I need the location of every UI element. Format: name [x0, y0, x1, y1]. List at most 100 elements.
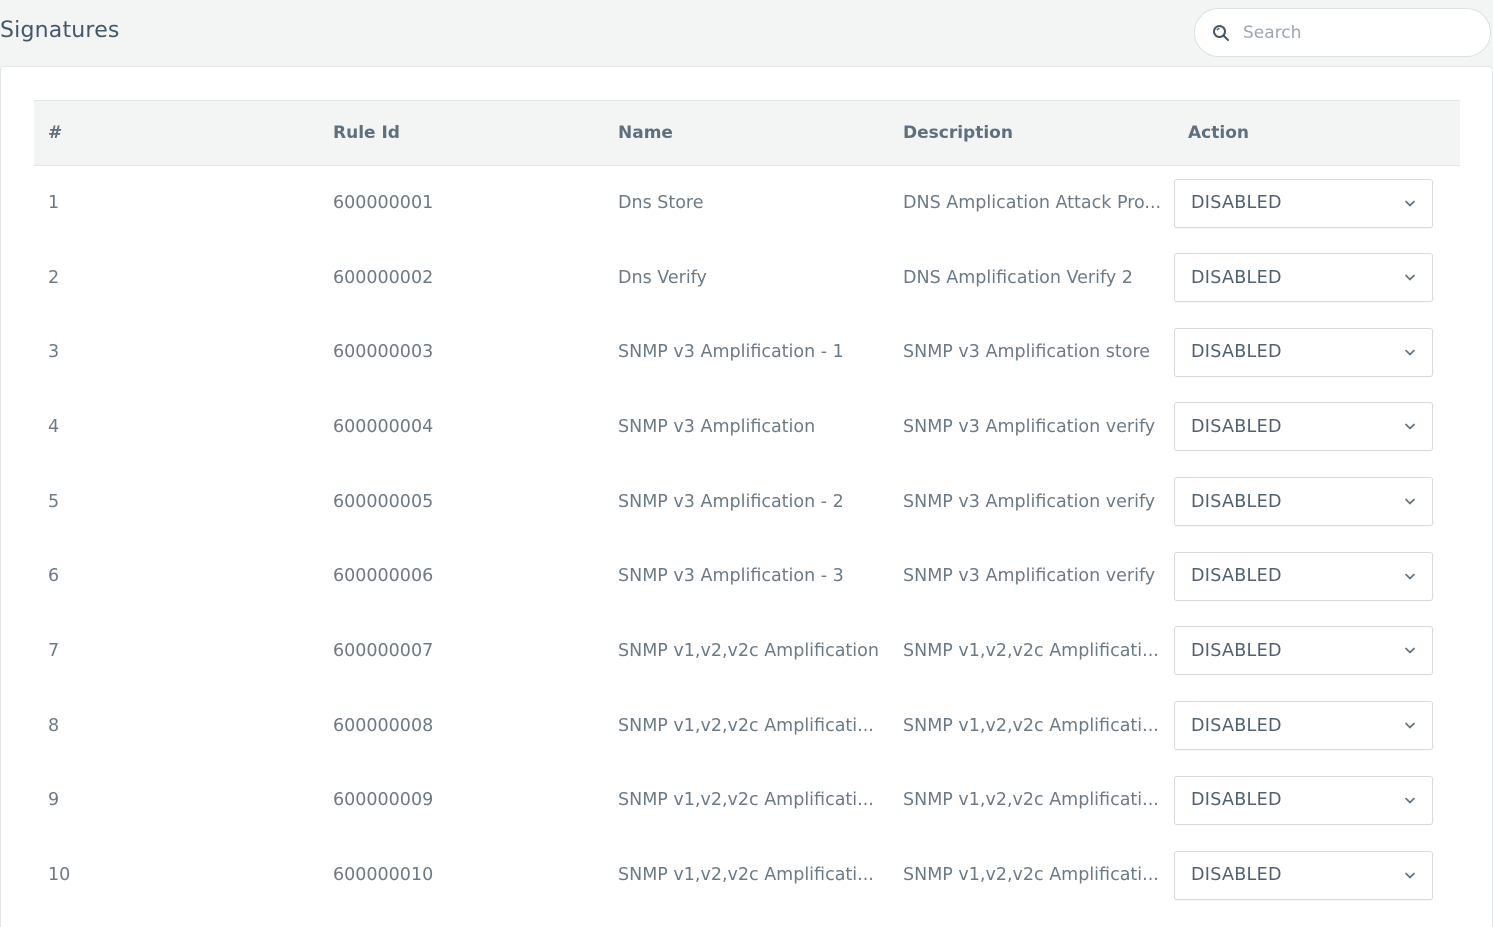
action-dropdown-value: DISABLED	[1191, 342, 1282, 363]
chevron-down-icon	[1404, 570, 1416, 582]
row-action-cell: DISABLED	[1174, 315, 1460, 390]
row-name: SNMP v1,v2,v2c Amplification	[618, 640, 879, 661]
chevron-down-icon	[1404, 272, 1416, 284]
action-dropdown-value: DISABLED	[1191, 865, 1282, 886]
chevron-down-icon	[1404, 197, 1416, 209]
table-row: 6 600000006 SNMP v3 Amplification - 3 SN…	[34, 539, 1460, 614]
action-dropdown[interactable]: DISABLED	[1174, 477, 1433, 527]
row-action-cell: DISABLED	[1174, 763, 1460, 838]
row-description: SNMP v3 Amplification store	[903, 342, 1151, 363]
row-action-cell: DISABLED	[1174, 390, 1460, 465]
row-number: 3	[48, 342, 60, 363]
search-box[interactable]	[1194, 8, 1491, 57]
column-header-number[interactable]: #	[34, 101, 319, 166]
table-row: 7 600000007 SNMP v1,v2,v2c Amplification…	[34, 614, 1460, 689]
signatures-table: # Rule Id Name Description Action 1 6000…	[34, 100, 1460, 912]
row-description: SNMP v1,v2,v2c Amplificati...	[903, 790, 1159, 811]
row-name: SNMP v3 Amplification	[618, 416, 816, 437]
row-name: SNMP v3 Amplification - 1	[618, 342, 844, 363]
chevron-down-icon	[1404, 346, 1416, 358]
row-number: 10	[48, 865, 71, 886]
action-dropdown-value: DISABLED	[1191, 267, 1282, 288]
column-header-rule-id[interactable]: Rule Id	[319, 101, 604, 166]
table-row: 2 600000002 Dns Verify DNS Amplification…	[34, 240, 1460, 315]
action-dropdown[interactable]: DISABLED	[1174, 178, 1433, 228]
table-row: 5 600000005 SNMP v3 Amplification - 2 SN…	[34, 464, 1460, 539]
row-number: 1	[48, 193, 60, 214]
row-action-cell: DISABLED	[1174, 838, 1460, 913]
row-description: DNS Amplification Verify 2	[903, 267, 1133, 288]
chevron-down-icon	[1404, 645, 1416, 657]
chevron-down-icon	[1404, 720, 1416, 732]
action-dropdown-value: DISABLED	[1191, 491, 1282, 512]
row-rule-id: 600000007	[333, 640, 434, 661]
chevron-down-icon	[1404, 794, 1416, 806]
search-icon	[1211, 23, 1231, 43]
action-dropdown[interactable]: DISABLED	[1174, 850, 1433, 900]
table-row: 1 600000001 Dns Store DNS Amplication At…	[34, 166, 1460, 241]
row-rule-id: 600000006	[333, 566, 434, 587]
action-dropdown-value: DISABLED	[1191, 790, 1282, 811]
table-row: 8 600000008 SNMP v1,v2,v2c Amplificati..…	[34, 688, 1460, 763]
row-description: SNMP v1,v2,v2c Amplificati...	[903, 640, 1159, 661]
chevron-down-icon	[1404, 496, 1416, 508]
row-name: SNMP v1,v2,v2c Amplificati...	[618, 865, 874, 886]
row-number: 7	[48, 640, 60, 661]
signatures-page: Signatures # Rule Id Name Description Ac…	[0, 0, 1493, 927]
action-dropdown[interactable]: DISABLED	[1174, 701, 1433, 751]
table-row: 4 600000004 SNMP v3 Amplification SNMP v…	[34, 390, 1460, 465]
search-input[interactable]	[1243, 22, 1473, 43]
row-number: 5	[48, 491, 60, 512]
action-dropdown-value: DISABLED	[1191, 193, 1282, 214]
row-rule-id: 600000003	[333, 342, 434, 363]
chevron-down-icon	[1404, 869, 1416, 881]
action-dropdown[interactable]: DISABLED	[1174, 327, 1433, 377]
row-name: Dns Store	[618, 193, 704, 214]
row-number: 6	[48, 566, 60, 587]
row-rule-id: 600000004	[333, 416, 434, 437]
action-dropdown[interactable]: DISABLED	[1174, 626, 1433, 676]
row-name: SNMP v1,v2,v2c Amplificati...	[618, 715, 874, 736]
action-dropdown-value: DISABLED	[1191, 640, 1282, 661]
row-action-cell: DISABLED	[1174, 539, 1460, 614]
column-header-name[interactable]: Name	[604, 101, 889, 166]
action-dropdown[interactable]: DISABLED	[1174, 253, 1433, 303]
row-rule-id: 600000009	[333, 790, 434, 811]
row-number: 9	[48, 790, 60, 811]
row-number: 2	[48, 267, 60, 288]
column-header-action[interactable]: Action	[1174, 101, 1460, 166]
column-header-description[interactable]: Description	[889, 101, 1174, 166]
row-description: SNMP v1,v2,v2c Amplificati...	[903, 865, 1159, 886]
page-title: Signatures	[0, 18, 120, 43]
row-action-cell: DISABLED	[1174, 464, 1460, 539]
row-number: 8	[48, 715, 60, 736]
row-rule-id: 600000008	[333, 715, 434, 736]
row-action-cell: DISABLED	[1174, 240, 1460, 315]
table-row: 3 600000003 SNMP v3 Amplification - 1 SN…	[34, 315, 1460, 390]
action-dropdown-value: DISABLED	[1191, 416, 1282, 437]
table-header-row: # Rule Id Name Description Action	[34, 100, 1460, 166]
row-rule-id: 600000005	[333, 491, 434, 512]
action-dropdown-value: DISABLED	[1191, 566, 1282, 587]
row-description: DNS Amplication Attack Pro...	[903, 193, 1162, 214]
row-action-cell: DISABLED	[1174, 688, 1460, 763]
signatures-card: # Rule Id Name Description Action 1 6000…	[0, 66, 1493, 927]
row-name: SNMP v3 Amplification - 3	[618, 566, 844, 587]
row-action-cell: DISABLED	[1174, 614, 1460, 689]
row-description: SNMP v1,v2,v2c Amplificati...	[903, 715, 1159, 736]
table-row: 10 600000010 SNMP v1,v2,v2c Amplificati.…	[34, 838, 1460, 913]
row-name: SNMP v1,v2,v2c Amplificati...	[618, 790, 874, 811]
row-description: SNMP v3 Amplification verify	[903, 416, 1156, 437]
action-dropdown[interactable]: DISABLED	[1174, 775, 1433, 825]
row-name: SNMP v3 Amplification - 2	[618, 491, 844, 512]
action-dropdown[interactable]: DISABLED	[1174, 402, 1433, 452]
action-dropdown-value: DISABLED	[1191, 715, 1282, 736]
row-action-cell: DISABLED	[1174, 166, 1460, 241]
action-dropdown[interactable]: DISABLED	[1174, 551, 1433, 601]
chevron-down-icon	[1404, 421, 1416, 433]
row-name: Dns Verify	[618, 267, 707, 288]
row-description: SNMP v3 Amplification verify	[903, 491, 1156, 512]
row-number: 4	[48, 416, 60, 437]
row-rule-id: 600000010	[333, 865, 434, 886]
row-description: SNMP v3 Amplification verify	[903, 566, 1156, 587]
